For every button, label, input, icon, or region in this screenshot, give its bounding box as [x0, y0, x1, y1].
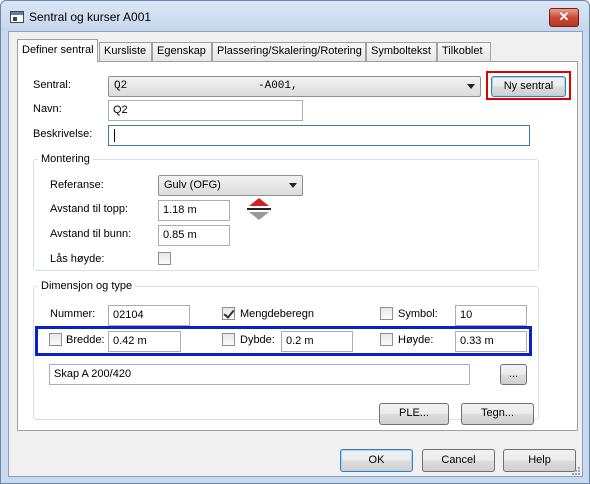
- app-icon: [10, 11, 24, 23]
- beskrivelse-label: Beskrivelse:: [33, 128, 93, 140]
- hoyde-checkbox[interactable]: [380, 333, 393, 346]
- ny-sentral-button[interactable]: Ny sentral: [491, 76, 566, 97]
- hoyde-label: Høyde:: [398, 334, 434, 346]
- dybde-field[interactable]: 0.2 m: [281, 331, 353, 352]
- sentral-select-value: Q2: [114, 80, 128, 92]
- sentral-select[interactable]: Q2 -A001,: [108, 76, 481, 97]
- beskrivelse-field[interactable]: [108, 125, 530, 146]
- tab-tilkoblet[interactable]: Tilkoblet: [437, 42, 491, 61]
- text-caret: [114, 128, 115, 142]
- nummer-label: Nummer:: [50, 308, 96, 320]
- cancel-button[interactable]: Cancel: [422, 449, 495, 472]
- referanse-label: Referanse:: [50, 179, 104, 191]
- mengdeberegn-checkbox[interactable]: [222, 307, 235, 320]
- window-title: Sentral og kurser A001: [29, 10, 152, 24]
- close-button[interactable]: ✕: [549, 8, 579, 27]
- dialog-client-area: Definer sentral Kursliste Egenskap Plass…: [8, 31, 583, 477]
- help-button[interactable]: Help: [503, 449, 576, 472]
- tab-kursliste[interactable]: Kursliste: [99, 42, 152, 61]
- tab-symboltekst[interactable]: Symboltekst: [366, 42, 437, 61]
- tab-panel-definer-sentral: Sentral: Q2 -A001, Ny sentral Navn: Q2 B…: [17, 61, 578, 431]
- referanse-select-value: Gulv (OFG): [164, 179, 221, 191]
- hoyde-field[interactable]: 0.33 m: [455, 331, 527, 352]
- bredde-field[interactable]: 0.42 m: [108, 331, 181, 352]
- sentral-label: Sentral:: [33, 79, 71, 91]
- symbol-field[interactable]: 10: [455, 305, 527, 326]
- avstand-topp-label: Avstand til topp:: [50, 203, 129, 215]
- referanse-select[interactable]: Gulv (OFG): [158, 175, 303, 196]
- las-hoyde-checkbox[interactable]: [158, 252, 171, 265]
- dropdown-arrow-icon: [289, 183, 297, 188]
- tab-plassering[interactable]: Plassering/Skalering/Rotering: [212, 42, 366, 61]
- dimensjon-group-title: Dimensjon og type: [38, 280, 136, 292]
- ple-button[interactable]: PLE...: [379, 403, 449, 425]
- avstand-topp-field[interactable]: 1.18 m: [158, 200, 230, 221]
- bredde-label: Bredde:: [66, 334, 105, 346]
- nummer-field[interactable]: 02104: [108, 305, 190, 326]
- bredde-checkbox[interactable]: [49, 333, 62, 346]
- symbol-label: Symbol:: [398, 308, 438, 320]
- mengdeberegn-label: Mengdeberegn: [240, 308, 315, 320]
- dialog-window: Sentral og kurser A001 ✕ Definer sentral…: [0, 0, 590, 484]
- dybde-checkbox[interactable]: [222, 333, 235, 346]
- sentral-select-code: -A001,: [258, 80, 298, 92]
- tab-egenskap[interactable]: Egenskap: [152, 42, 212, 61]
- dybde-label: Dybde:: [240, 334, 275, 346]
- tab-definer-sentral[interactable]: Definer sentral: [17, 39, 98, 62]
- montering-group-title: Montering: [38, 153, 93, 165]
- tegn-button[interactable]: Tegn...: [461, 403, 534, 425]
- resize-grip-icon[interactable]: [571, 466, 581, 476]
- navn-field[interactable]: Q2: [108, 100, 303, 121]
- avstand-bunn-field[interactable]: 0.85 m: [158, 225, 230, 246]
- ok-button[interactable]: OK: [340, 449, 413, 472]
- title-bar[interactable]: Sentral og kurser A001 ✕: [1, 1, 589, 31]
- avstand-bunn-label: Avstand til bunn:: [50, 228, 132, 240]
- height-adjust-icon[interactable]: [243, 196, 275, 222]
- las-hoyde-label: Lås høyde:: [50, 253, 105, 265]
- navn-label: Navn:: [33, 103, 62, 115]
- symbol-checkbox[interactable]: [380, 307, 393, 320]
- type-field[interactable]: Skap A 200/420: [49, 364, 470, 385]
- browse-button[interactable]: ...: [500, 364, 527, 385]
- close-icon: ✕: [558, 9, 570, 24]
- dropdown-arrow-icon: [467, 84, 475, 89]
